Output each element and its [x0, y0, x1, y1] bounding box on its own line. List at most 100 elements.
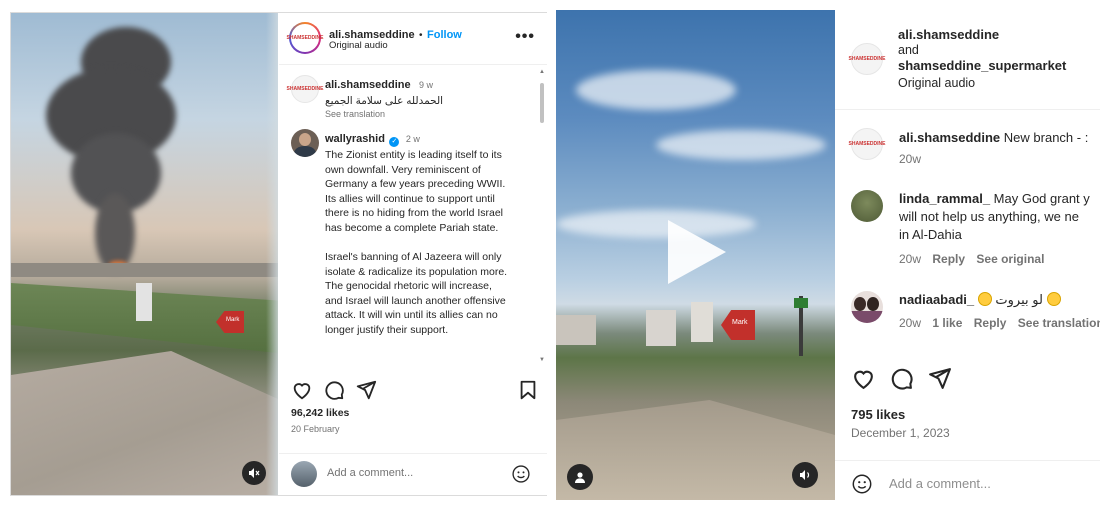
post-video-right[interactable]: Mark	[556, 10, 835, 500]
speaker-muted-icon[interactable]	[242, 461, 266, 485]
see-translation-link[interactable]: See translation	[1018, 316, 1100, 330]
instagram-post-left: Mark SHAMSEDDINE ali.shamseddine • Follo…	[10, 12, 547, 496]
building	[646, 310, 676, 346]
avatar[interactable]: SHAMSEDDINE	[848, 128, 886, 160]
post-side-panel-left: SHAMSEDDINE ali.shamseddine • Follow Ori…	[279, 13, 547, 495]
billboard	[136, 283, 152, 321]
cloud	[576, 70, 736, 110]
avatar[interactable]	[851, 190, 883, 222]
likes-count[interactable]: 795 likes	[851, 407, 905, 422]
comment-body: linda_rammal_ May God grant y will not h…	[899, 190, 1090, 244]
sign-label: Mark	[226, 317, 240, 323]
billboard	[691, 302, 713, 342]
speaker-icon[interactable]	[792, 462, 818, 488]
emoji-face-icon	[977, 292, 992, 306]
play-icon[interactable]	[668, 220, 726, 284]
sign-label: Mark	[732, 319, 748, 326]
comment-text: الحمدلله على سلامة الجميع	[325, 95, 444, 107]
post-date: December 1, 2023	[851, 426, 950, 440]
post-date: 20 February	[291, 424, 340, 434]
comment-icon[interactable]	[889, 366, 914, 391]
verified-badge-icon: ✓	[389, 137, 400, 147]
add-comment-input[interactable]: Add a comment...	[327, 467, 413, 479]
comment-username[interactable]: wallyrashid	[325, 133, 385, 145]
scroll-up-arrow-icon[interactable]: ▲	[539, 69, 545, 75]
collab-username[interactable]: shamseddine_supermarket	[898, 57, 1066, 74]
comment-body: ali.shamseddine New branch - :	[899, 129, 1088, 147]
add-comment-bar: Add a comment...	[279, 453, 547, 495]
share-icon[interactable]	[927, 366, 952, 391]
comment-text: لو بيروت	[995, 292, 1043, 307]
heart-icon[interactable]	[291, 379, 313, 401]
follow-button[interactable]: Follow	[427, 29, 462, 41]
post-video-left[interactable]: Mark	[11, 13, 278, 495]
see-translation-link[interactable]: See translation	[325, 109, 515, 119]
bookmark-icon[interactable]	[517, 379, 539, 401]
more-dots-icon[interactable]: •••	[515, 28, 535, 46]
post-header: SHAMSEDDINE ali.shamseddine and shamsedd…	[835, 10, 1100, 110]
post-actions-bar	[851, 366, 1091, 392]
reply-button[interactable]: Reply	[932, 252, 965, 266]
comment-text: The Zionist entity is leading itself to …	[325, 149, 506, 234]
avatar[interactable]	[851, 291, 883, 323]
reply-button[interactable]: Reply	[974, 316, 1007, 330]
post-side-panel-right: SHAMSEDDINE ali.shamseddine and shamsedd…	[835, 10, 1100, 505]
comment-username[interactable]: ali.shamseddine	[325, 79, 411, 91]
comment-body: nadiaabadi_ لو بيروت	[899, 291, 1061, 309]
add-comment-bar: Add a comment...	[835, 460, 1100, 505]
avatar-logo-text: SHAMSEDDINE	[848, 56, 886, 62]
cloud	[656, 130, 826, 160]
avatar[interactable]: SHAMSEDDINE	[287, 22, 323, 54]
comment-time: 2 w	[405, 134, 420, 144]
comment-time: 9 w	[419, 80, 434, 90]
add-comment-input[interactable]: Add a comment...	[889, 476, 991, 491]
audio-label[interactable]: Original audio	[898, 76, 1066, 90]
share-icon[interactable]	[355, 379, 377, 401]
comment-meta: 20w Reply See original	[899, 252, 1044, 266]
likes-count[interactable]: 96,242 likes	[291, 407, 349, 419]
avatar	[291, 461, 317, 487]
see-original-link[interactable]: See original	[976, 252, 1044, 266]
avatar[interactable]	[291, 129, 319, 157]
comment-time: 20w	[899, 152, 922, 166]
emoji-icon[interactable]	[511, 464, 531, 484]
comment-username[interactable]: nadiaabadi_	[899, 292, 974, 307]
comment-username[interactable]: ali.shamseddine	[899, 130, 1000, 145]
heart-icon[interactable]	[851, 366, 876, 391]
comment-text: will not help us anything, we ne	[899, 209, 1079, 224]
scrollbar-thumb[interactable]	[540, 83, 544, 123]
post-header: SHAMSEDDINE ali.shamseddine • Follow Ori…	[279, 13, 547, 65]
comment-icon[interactable]	[323, 379, 345, 401]
comment-username[interactable]: linda_rammal_	[899, 191, 990, 206]
comment-body: ali.shamseddine 9 w الحمدلله على سلامة ا…	[325, 75, 515, 119]
header-title-block: ali.shamseddine and shamseddine_supermar…	[898, 26, 1066, 90]
cloud	[556, 210, 756, 238]
scroll-down-arrow-icon[interactable]: ▼	[539, 357, 545, 363]
avatar[interactable]: SHAMSEDDINE	[287, 75, 323, 103]
comment-time: 20w	[899, 316, 922, 330]
separator-dot: •	[419, 30, 423, 41]
avatar-logo-text: SHAMSEDDINE	[848, 141, 886, 147]
comment-time: 20w	[899, 252, 922, 266]
comment-body: wallyrashid ✓ 2 w The Zionist entity is …	[325, 129, 511, 337]
comments-scrollbar[interactable]: ▲ ▼	[539, 69, 545, 369]
building	[556, 315, 596, 345]
avatar[interactable]: SHAMSEDDINE	[848, 43, 886, 75]
username[interactable]: ali.shamseddine	[898, 26, 1066, 43]
emoji-icon[interactable]	[851, 473, 873, 495]
and-label: and	[898, 43, 919, 57]
audio-label[interactable]: Original audio	[329, 40, 388, 51]
comment-meta: 20w 1 like Reply See translation	[899, 316, 1100, 330]
user-tag-icon[interactable]	[567, 464, 593, 490]
road-area	[11, 351, 278, 495]
comment-likes[interactable]: 1 like	[932, 316, 962, 330]
window-frame	[266, 13, 278, 495]
comment-text: in Al-Dahia	[899, 227, 962, 242]
comment-text: May God grant y	[993, 191, 1090, 206]
green-sign	[794, 298, 808, 308]
post-actions-bar	[291, 379, 537, 403]
comment-text: Israel's banning of Al Jazeera will only…	[325, 251, 508, 336]
skyline-buildings	[11, 263, 278, 277]
comment-text: New branch - :	[1003, 130, 1089, 145]
avatar-logo-text: SHAMSEDDINE	[286, 86, 324, 92]
